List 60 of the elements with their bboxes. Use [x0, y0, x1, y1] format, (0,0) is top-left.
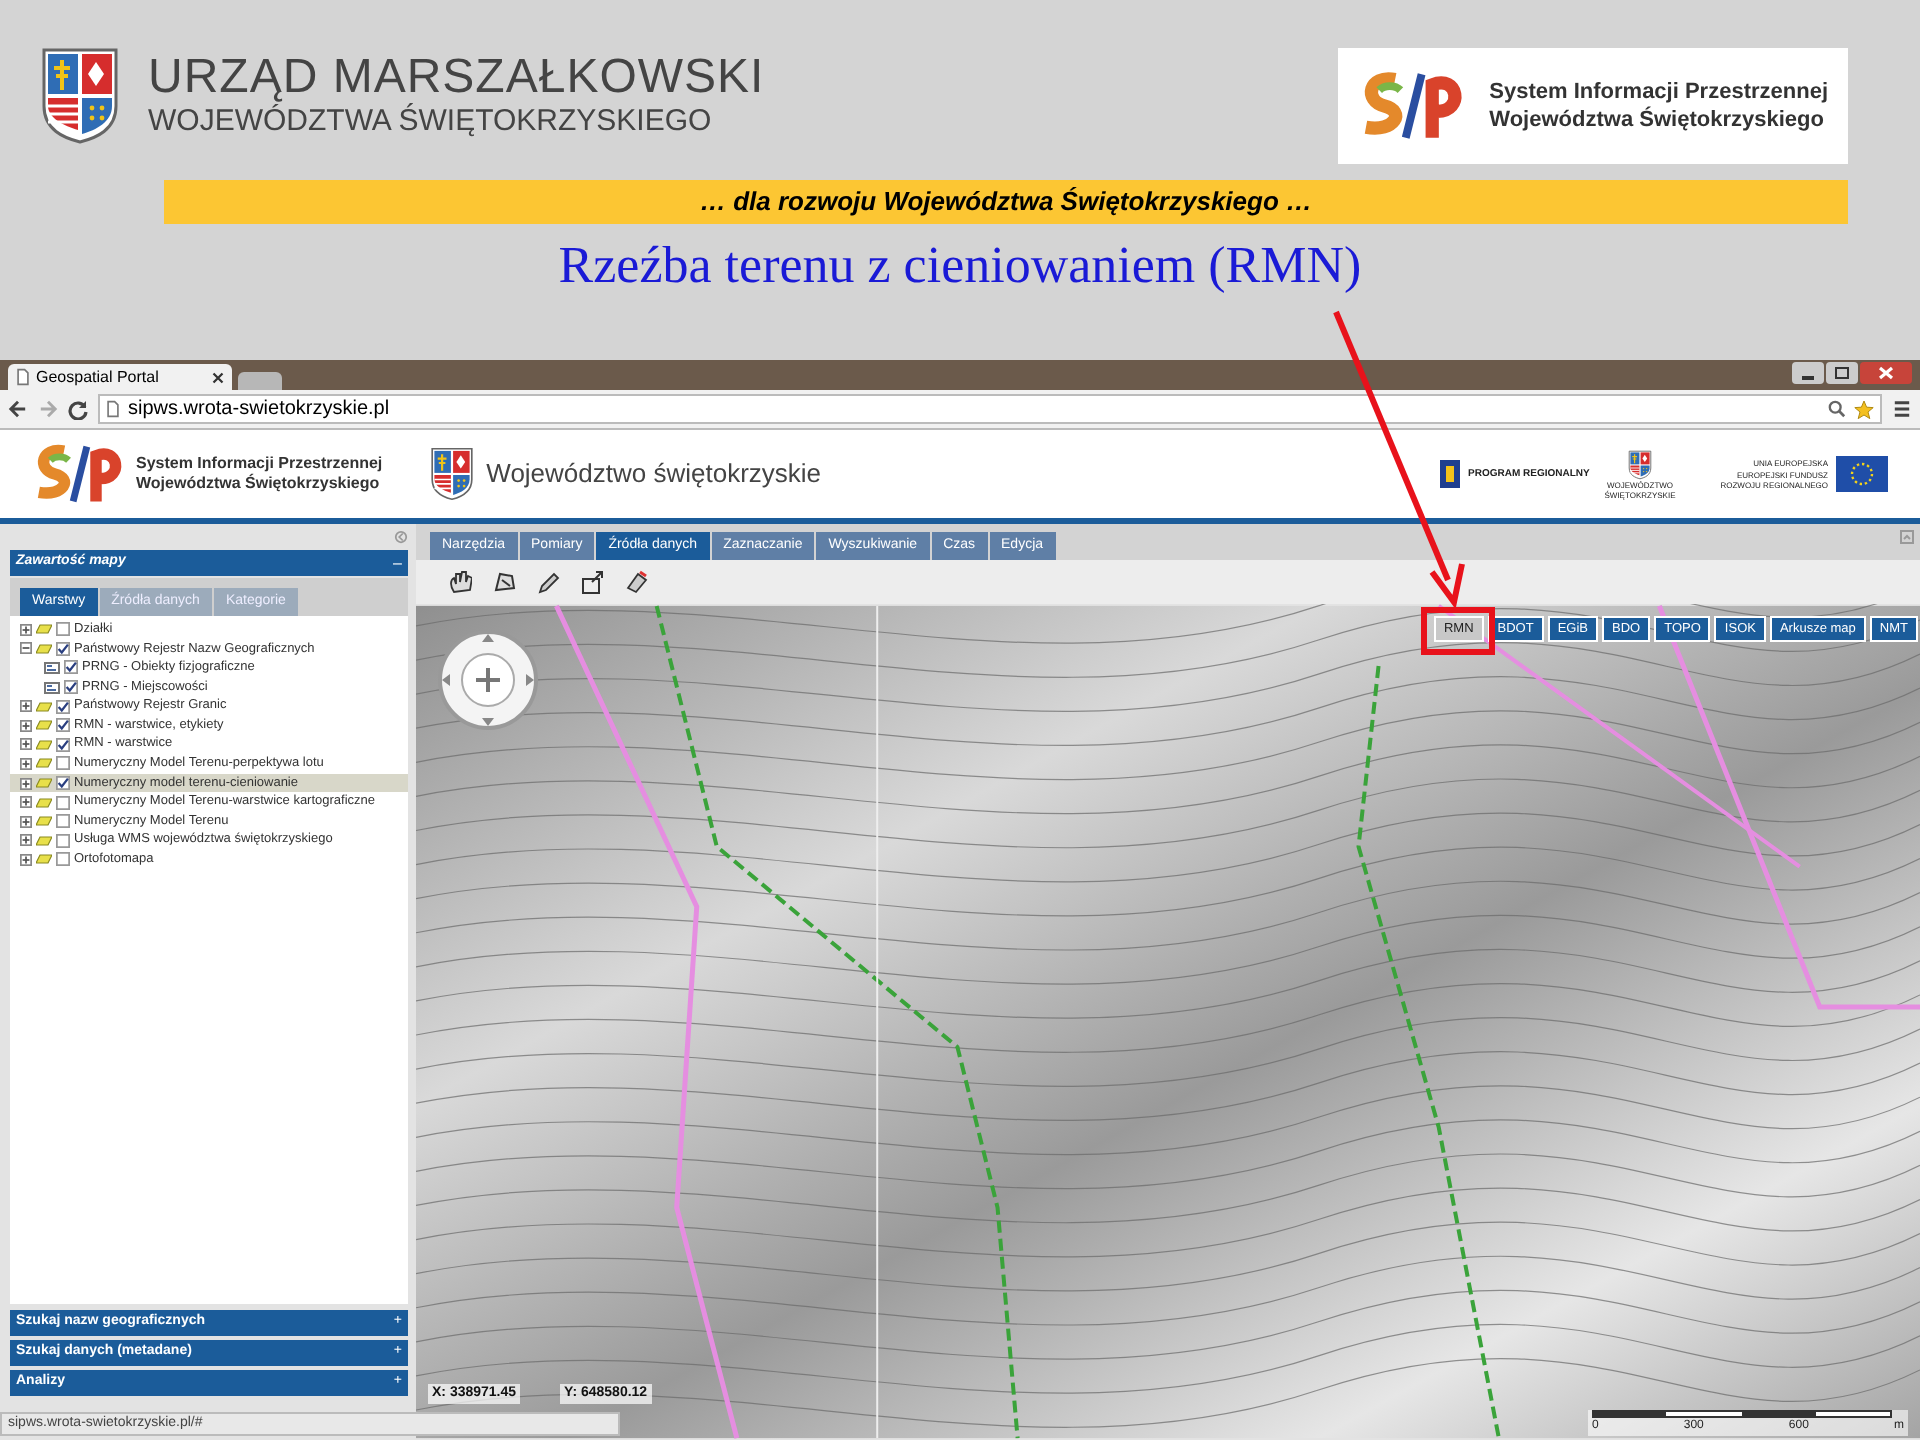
expand-icon[interactable] [20, 777, 32, 790]
expand-icon[interactable] [20, 834, 32, 847]
panel-toggle[interactable]: – [393, 551, 402, 575]
logo-text: System Informacji Przestrzennej [136, 454, 383, 473]
logo-text: System Informacji Przestrzennej [1489, 78, 1828, 106]
eu-flag-icon [1836, 456, 1888, 492]
expand-icon[interactable] [20, 815, 32, 828]
checkbox[interactable] [56, 795, 70, 810]
checkbox[interactable] [56, 814, 70, 829]
minimize-icon[interactable] [1792, 362, 1824, 384]
checkbox[interactable] [56, 776, 70, 791]
organization-name: URZĄD MARSZAŁKOWSKI [148, 52, 765, 104]
legend-icon [44, 681, 60, 694]
reload-icon[interactable] [68, 399, 88, 419]
expand-icon[interactable] [20, 796, 32, 809]
maximize-icon[interactable] [1826, 362, 1858, 384]
coat-of-arms-icon [430, 446, 475, 502]
checkbox[interactable] [56, 622, 70, 637]
checkbox[interactable] [56, 641, 70, 656]
checkbox[interactable] [64, 660, 78, 675]
close-icon[interactable] [1860, 362, 1912, 384]
page-icon [106, 400, 120, 418]
hand-icon[interactable] [448, 570, 472, 594]
back-arrow-icon[interactable] [8, 400, 28, 418]
zoom-icon[interactable] [1828, 400, 1846, 418]
pencil-icon[interactable] [536, 570, 560, 594]
checkbox[interactable] [56, 699, 70, 714]
menu-icon[interactable] [1892, 400, 1912, 418]
address-bar[interactable]: sipws.wrota-swietokrzyskie.pl [98, 394, 1882, 424]
checkbox[interactable] [56, 737, 70, 752]
region-name: Województwo świętokrzyskie [486, 456, 822, 493]
page-icon [16, 368, 30, 386]
organization-subtitle: WOJEWÓDZTWA ŚWIĘTOKRZYSKIEGO [148, 104, 714, 140]
program-logo-icon [1440, 460, 1460, 488]
star-icon[interactable] [1854, 399, 1874, 419]
eraser-icon[interactable] [624, 570, 648, 594]
checkbox[interactable] [56, 756, 70, 771]
expand-icon[interactable] [20, 853, 32, 866]
slogan-text: … dla rozwoju Województwa Świętokrzyskiego … [699, 184, 1313, 221]
pan-zoom-control[interactable] [436, 628, 540, 732]
logo-text: Województwa Świętokrzyskiego [136, 474, 382, 494]
expand-icon[interactable] [20, 738, 32, 751]
collapse-icon[interactable] [20, 642, 32, 655]
checkbox[interactable] [56, 833, 70, 848]
highlight-frame [1421, 607, 1495, 655]
checkbox[interactable] [56, 852, 70, 867]
slide-title: Rzeźba terenu z cieniowaniem (RMN) [556, 236, 1364, 296]
coat-of-arms-icon [1628, 449, 1652, 479]
logo-text: Województwa Świętokrzyskiego [1489, 106, 1826, 134]
legend-icon [44, 661, 60, 674]
expand-icon[interactable] [20, 700, 32, 713]
export-icon[interactable] [580, 570, 604, 594]
expand-icon[interactable] [20, 623, 32, 636]
checkbox[interactable] [56, 718, 70, 733]
close-icon[interactable] [212, 371, 224, 383]
browser-tab[interactable]: Geospatial Portal [8, 364, 232, 390]
scale-ruler-icon [1592, 1410, 1892, 1418]
checkbox[interactable] [64, 680, 78, 695]
expand-icon[interactable] [20, 757, 32, 770]
expand-icon[interactable] [20, 719, 32, 732]
